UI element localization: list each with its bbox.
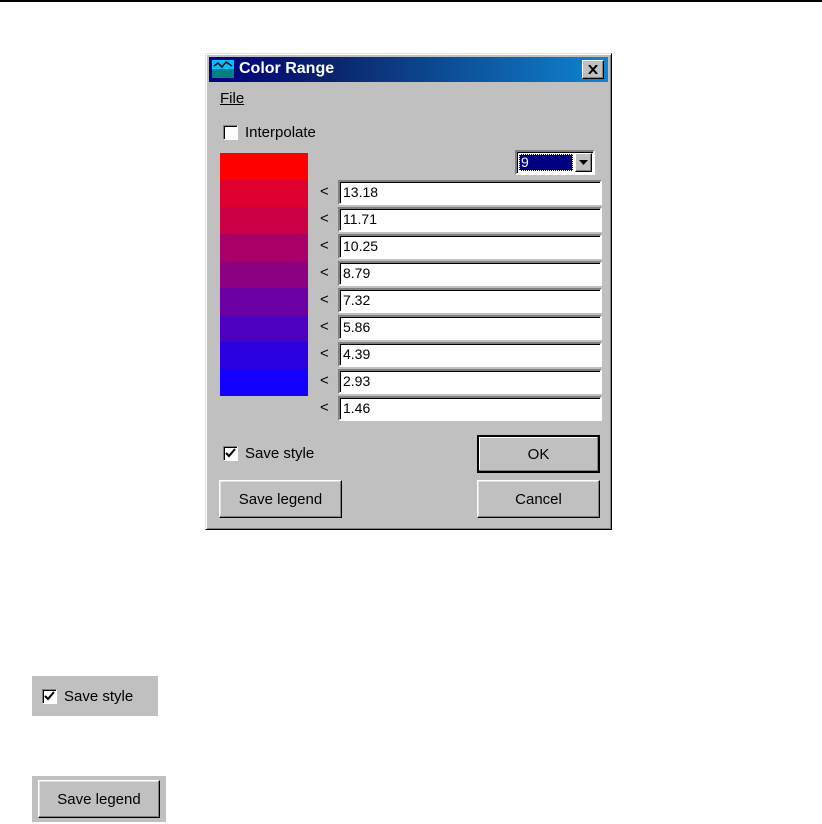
page-rule bbox=[0, 0, 822, 2]
save-style-sample-label: Save style bbox=[64, 688, 134, 705]
color-swatch[interactable] bbox=[220, 315, 308, 342]
less-than-symbol: < bbox=[320, 183, 329, 200]
range-row: <1.46 bbox=[320, 396, 602, 422]
ok-button-label: OK bbox=[527, 445, 550, 463]
ok-button[interactable]: OK bbox=[477, 435, 600, 473]
range-row: <8.79 bbox=[320, 261, 602, 287]
window-title: Color Range bbox=[239, 60, 335, 77]
less-than-symbol: < bbox=[320, 372, 329, 389]
color-swatches bbox=[220, 153, 308, 396]
range-value-input[interactable]: 5.86 bbox=[338, 315, 602, 340]
app-icon bbox=[212, 60, 234, 78]
chevron-down-icon bbox=[579, 160, 588, 165]
save-legend-button[interactable]: Save legend bbox=[219, 480, 342, 518]
save-style-sample-checkbox[interactable] bbox=[42, 689, 57, 704]
range-value-input[interactable]: 11.71 bbox=[338, 207, 602, 232]
range-value-input[interactable]: 1.46 bbox=[338, 396, 602, 421]
save-style-checkbox-row[interactable]: Save style bbox=[223, 445, 314, 462]
save-legend-button-label: Save legend bbox=[238, 490, 323, 508]
interpolate-checkbox-row[interactable]: Interpolate bbox=[223, 124, 316, 141]
color-swatch[interactable] bbox=[220, 288, 308, 315]
close-icon bbox=[588, 65, 598, 74]
menu-bar: File bbox=[220, 90, 244, 107]
range-value-input[interactable]: 10.25 bbox=[338, 234, 602, 259]
less-than-symbol: < bbox=[320, 399, 329, 416]
less-than-symbol: < bbox=[320, 237, 329, 254]
cancel-button[interactable]: Cancel bbox=[477, 480, 600, 518]
color-swatch[interactable] bbox=[220, 207, 308, 234]
range-value-input[interactable]: 13.18 bbox=[338, 180, 602, 205]
save-legend-sample-panel: Save legend bbox=[32, 776, 166, 822]
range-value-input[interactable]: 8.79 bbox=[338, 261, 602, 286]
class-count-value: 9 bbox=[519, 154, 573, 171]
save-legend-sample-label: Save legend bbox=[57, 790, 141, 808]
interpolate-label: Interpolate bbox=[245, 124, 316, 141]
checkmark-icon bbox=[225, 448, 236, 458]
close-button[interactable] bbox=[582, 60, 604, 79]
color-swatch[interactable] bbox=[220, 342, 308, 369]
range-value-input[interactable]: 4.39 bbox=[338, 342, 602, 367]
range-row: <10.25 bbox=[320, 234, 602, 260]
range-row: <11.71 bbox=[320, 207, 602, 233]
interpolate-checkbox[interactable] bbox=[223, 125, 238, 140]
less-than-symbol: < bbox=[320, 318, 329, 335]
less-than-symbol: < bbox=[320, 345, 329, 362]
color-range-dialog: Color Range File Interpolate 9 <13.18 <11… bbox=[205, 53, 612, 530]
menu-file[interactable]: File bbox=[220, 90, 244, 107]
color-swatch[interactable] bbox=[220, 234, 308, 261]
save-legend-sample-button[interactable]: Save legend bbox=[38, 780, 160, 818]
cancel-button-label: Cancel bbox=[515, 490, 562, 508]
save-style-label: Save style bbox=[245, 445, 315, 462]
save-style-sample-row[interactable]: Save style bbox=[42, 688, 133, 705]
range-row: <7.32 bbox=[320, 288, 602, 314]
range-value-input[interactable]: 2.93 bbox=[338, 369, 602, 394]
range-value-input[interactable]: 7.32 bbox=[338, 288, 602, 313]
color-swatch[interactable] bbox=[220, 261, 308, 288]
save-style-sample-panel: Save style bbox=[32, 676, 158, 716]
dropdown-arrow-button[interactable] bbox=[575, 153, 592, 172]
checkmark-icon bbox=[44, 691, 55, 701]
range-row: <13.18 bbox=[320, 180, 602, 206]
range-row: <2.93 bbox=[320, 369, 602, 395]
class-count-select[interactable]: 9 bbox=[515, 150, 595, 175]
color-swatch[interactable] bbox=[220, 153, 308, 180]
range-row: <5.86 bbox=[320, 315, 602, 341]
range-row: <4.39 bbox=[320, 342, 602, 368]
color-swatch[interactable] bbox=[220, 369, 308, 396]
title-bar: Color Range bbox=[209, 57, 608, 82]
less-than-symbol: < bbox=[320, 264, 329, 281]
color-swatch[interactable] bbox=[220, 180, 308, 207]
save-style-checkbox[interactable] bbox=[223, 446, 238, 461]
menu-file-label: File bbox=[220, 90, 245, 107]
less-than-symbol: < bbox=[320, 210, 329, 227]
less-than-symbol: < bbox=[320, 291, 329, 308]
